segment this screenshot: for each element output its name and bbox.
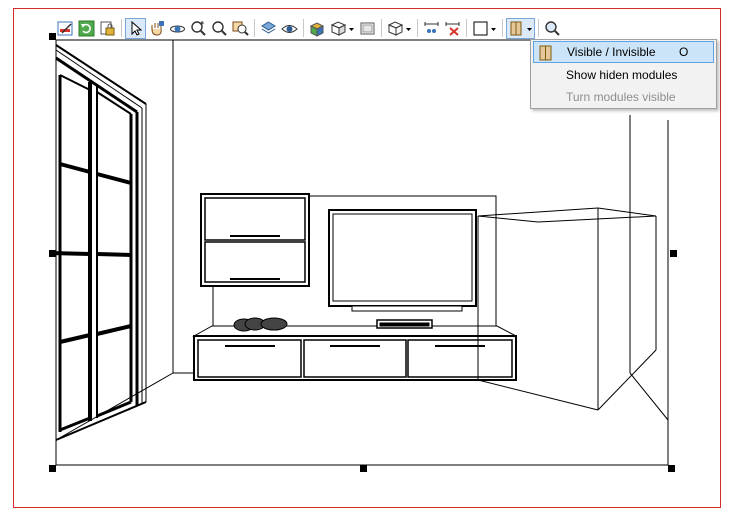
menu-item-label: Turn modules visible — [566, 90, 676, 104]
module-visibility-menu: Visible / Invisible O Show hiden modules… — [530, 39, 717, 109]
tv-stand — [192, 325, 517, 381]
television — [328, 209, 477, 312]
menu-item-shortcut: O — [679, 45, 689, 59]
menu-item-visible-invisible[interactable]: Visible / Invisible O — [533, 41, 714, 63]
menu-item-label: Show hiden modules — [566, 68, 678, 82]
wall-cabinet — [200, 193, 310, 287]
sliding-wardrobe — [49, 44, 147, 441]
menu-item-turn-modules-visible: Turn modules visible — [533, 86, 714, 108]
menu-item-label: Visible / Invisible — [567, 45, 656, 59]
menu-item-show-hidden-modules[interactable]: Show hiden modules — [533, 64, 714, 86]
module-visibility-icon — [539, 45, 552, 61]
